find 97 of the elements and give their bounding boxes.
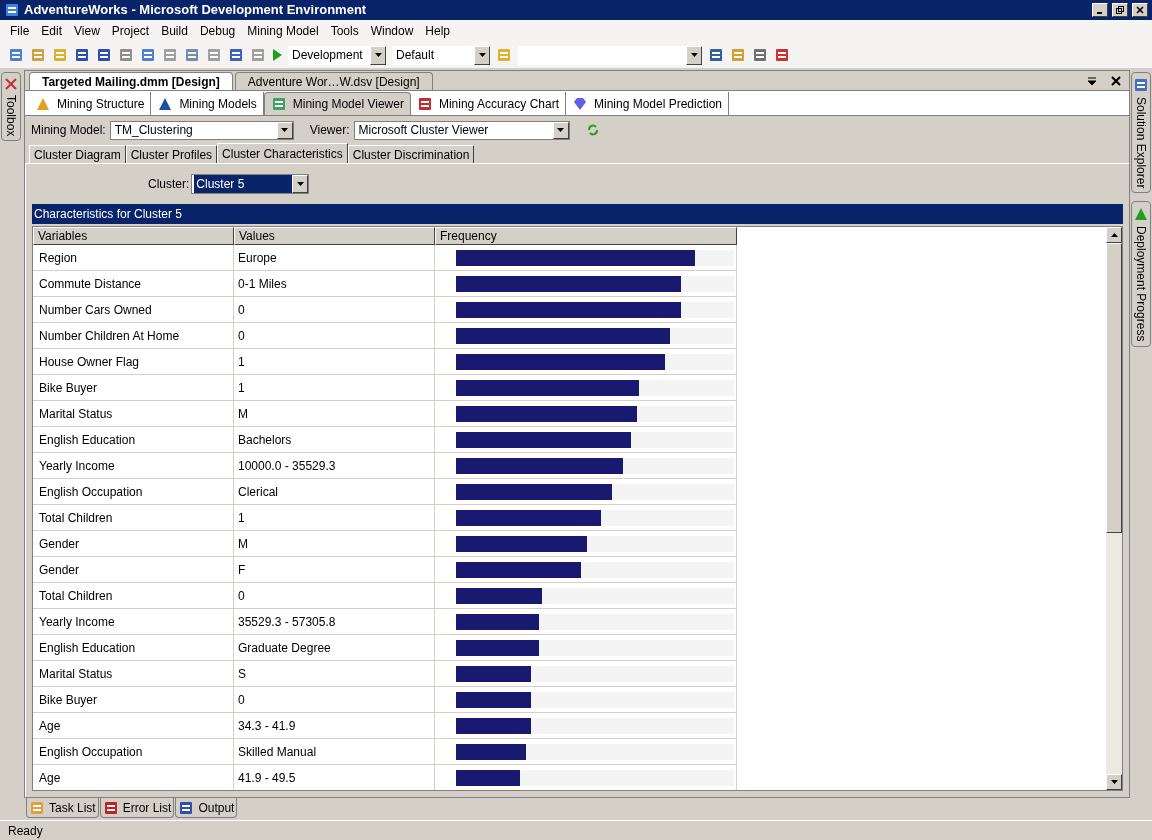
platform-dropdown[interactable]: Default <box>392 45 490 65</box>
configuration-value: Development <box>291 47 364 64</box>
cluster-dropdown[interactable]: Cluster 5 <box>191 174 310 194</box>
mining-model-dropdown[interactable]: TM_Clustering <box>109 120 294 140</box>
table-cell: 0 <box>234 687 435 713</box>
close-icon <box>1136 6 1144 14</box>
table-cell: 1 <box>234 505 435 531</box>
table-cell: Clerical <box>234 479 435 505</box>
table-cell: Bike Buyer <box>33 375 234 401</box>
field-label: Viewer: <box>309 122 350 139</box>
viewer-tab[interactable]: Cluster Diagram <box>29 145 126 163</box>
column-header[interactable]: Variables <box>33 227 234 245</box>
table-cell: Bike Buyer <box>33 687 234 713</box>
menu-item[interactable]: View <box>68 22 106 40</box>
designer-tab[interactable]: Mining Structure <box>29 92 152 115</box>
table-cell: 1 <box>234 375 435 401</box>
table-cell: 34.3 - 41.9 <box>234 713 435 739</box>
table-cell: Europe <box>234 245 435 271</box>
column-header[interactable]: Frequency <box>435 227 737 245</box>
designer-tab[interactable]: Mining Accuracy Chart <box>410 92 566 115</box>
table-cell: 0 <box>234 583 435 609</box>
field-label: Mining Model: <box>31 122 106 139</box>
table-cell: 0 <box>234 297 435 323</box>
document-tab[interactable]: Adventure Wor…W.dsv [Design] <box>234 72 433 90</box>
status-bar: Ready <box>0 820 1152 840</box>
table-cell: 1 <box>234 349 435 375</box>
viewer-tab[interactable]: Cluster Characteristics <box>217 143 348 163</box>
dock-tab[interactable]: Solution Explorer <box>1131 72 1151 194</box>
menu-item[interactable]: Project <box>105 22 156 40</box>
table-cell: S <box>234 661 435 687</box>
scroll-down-icon[interactable] <box>1110 780 1118 784</box>
column-header[interactable]: Values <box>234 227 435 245</box>
table-cell: Gender <box>33 557 234 583</box>
table-cell: House Owner Flag <box>33 349 234 375</box>
platform-value: Default <box>395 47 436 64</box>
table-cell: Marital Status <box>33 661 234 687</box>
table-cell: Marital Status <box>33 401 234 427</box>
play-icon[interactable] <box>272 49 282 61</box>
designer-tab[interactable]: Mining Model Viewer <box>263 92 411 115</box>
menu-item[interactable]: Help <box>419 22 456 40</box>
vertical-scrollbar[interactable] <box>1106 227 1122 790</box>
table-cell: Age <box>33 713 234 739</box>
table-cell: 10000.0 - 35529.3 <box>234 453 435 479</box>
menu-item[interactable]: Debug <box>193 22 242 40</box>
viewer-tab[interactable]: Cluster Discrimination <box>347 145 475 163</box>
panel-title-bar: Characteristics for Cluster 5 <box>32 204 1123 224</box>
table-cell: Number Cars Owned <box>33 297 234 323</box>
close-button[interactable] <box>1132 3 1148 17</box>
table-cell: M <box>234 531 435 557</box>
table-cell: Yearly Income <box>33 453 234 479</box>
window-title: AdventureWorks - Microsoft Development Environment <box>24 1 368 20</box>
minimize-button[interactable] <box>1092 3 1108 17</box>
table-cell: Region <box>33 245 234 271</box>
bottom-tab[interactable]: Output <box>175 798 238 818</box>
field-label: Cluster: <box>148 176 190 193</box>
table-cell: 35529.3 - 57305.8 <box>234 609 435 635</box>
table-cell: Skilled Manual <box>234 739 435 765</box>
menu-item[interactable]: File <box>4 22 36 40</box>
table-cell: F <box>234 557 435 583</box>
bottom-tab[interactable]: Task List <box>26 798 99 818</box>
designer-tab[interactable]: Mining Models <box>151 92 264 115</box>
table-cell: English Education <box>33 427 234 453</box>
table-cell: M <box>234 401 435 427</box>
close-icon[interactable] <box>1111 76 1121 86</box>
viewer-dropdown[interactable]: Microsoft Cluster Viewer <box>353 120 570 140</box>
menu-item[interactable]: Edit <box>35 22 69 40</box>
table-cell: English Occupation <box>33 739 234 765</box>
table-cell: 41.9 - 49.5 <box>234 765 435 790</box>
document-tab[interactable]: Targeted Mailing.dmm [Design] <box>29 72 233 90</box>
diamond-icon <box>571 95 588 112</box>
menu-item[interactable]: Mining Model <box>241 22 325 40</box>
menu-item[interactable]: Window <box>364 22 420 40</box>
scroll-up-icon[interactable] <box>1110 233 1118 237</box>
table-cell: Gender <box>33 531 234 557</box>
dock-tab[interactable]: Deployment Progress <box>1131 201 1151 347</box>
table-cell: Bachelors <box>234 427 435 453</box>
viewer-tab[interactable]: Cluster Profiles <box>125 145 218 163</box>
menu-item[interactable]: Tools <box>324 22 365 40</box>
table-cell: Graduate Degree <box>234 635 435 661</box>
configuration-dropdown[interactable]: Development <box>288 45 386 65</box>
window-position-icon[interactable] <box>1087 76 1097 86</box>
restore-button[interactable] <box>1112 3 1128 17</box>
restore-icon <box>1116 6 1124 14</box>
table-cell: Total Children <box>33 583 234 609</box>
table-cell: English Education <box>33 635 234 661</box>
table-cell: English Occupation <box>33 479 234 505</box>
table-cell: Age <box>33 765 234 790</box>
table-cell: Total Children <box>33 505 234 531</box>
bottom-tab[interactable]: Error List <box>99 798 175 818</box>
table-cell: Number Children At Home <box>33 323 234 349</box>
designer-tab[interactable]: Mining Model Prediction <box>565 92 730 115</box>
menu-item[interactable]: Build <box>155 22 194 40</box>
table-cell: 0-1 Miles <box>234 271 435 297</box>
table-cell: 0 <box>234 323 435 349</box>
table-cell: Yearly Income <box>33 609 234 635</box>
table-cell: Commute Distance <box>33 271 234 297</box>
toolbox-tab[interactable]: Toolbox <box>1 72 21 142</box>
